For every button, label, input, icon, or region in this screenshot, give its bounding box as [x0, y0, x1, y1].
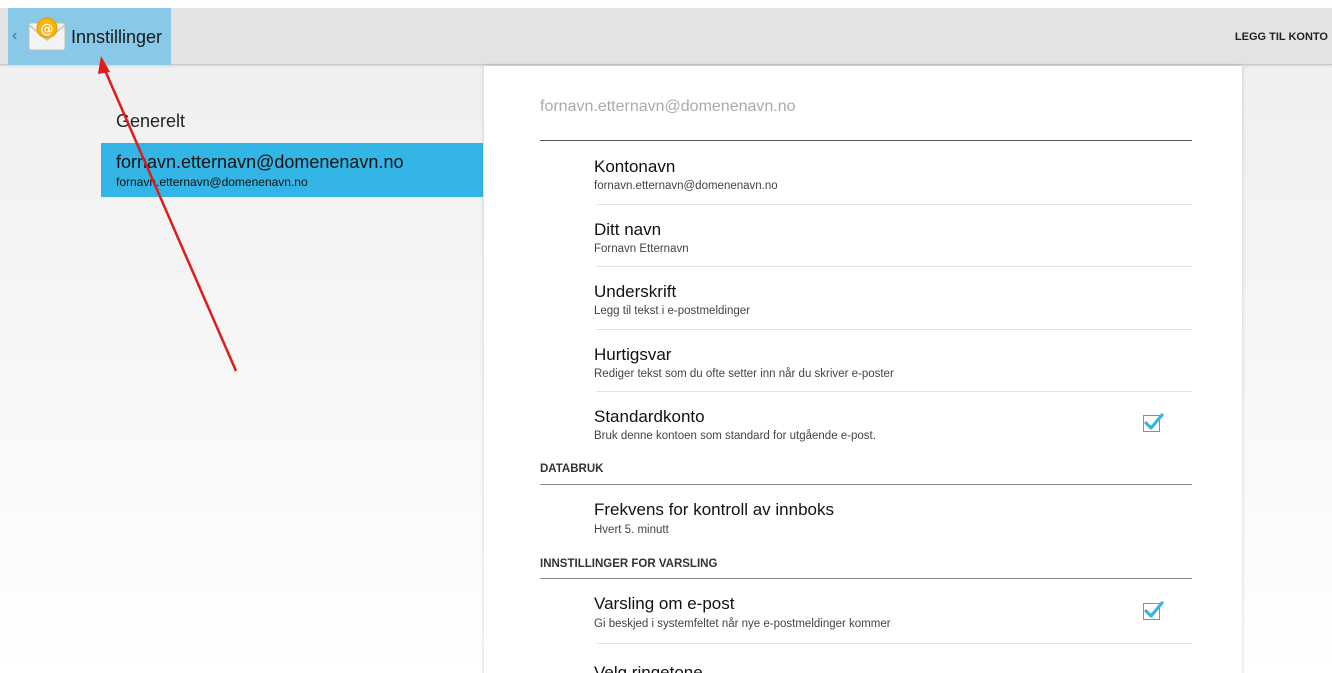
pref-summary: Fornavn Etternavn — [594, 243, 689, 255]
pref-title: Standardkonto — [594, 407, 705, 426]
pref-summary: Bruk denne kontoen som standard for utgå… — [594, 430, 876, 442]
account-settings-panel: fornavn.etternavn@domenenavn.no Kontonav… — [484, 66, 1242, 673]
pref-title: Ditt navn — [594, 220, 662, 239]
pref-quick-responses[interactable]: Hurtigsvar Rediger tekst som du ofte set… — [540, 329, 1192, 391]
pref-signature[interactable]: Underskrift Legg til tekst i e-postmeldi… — [540, 266, 1192, 329]
up-navigation-button[interactable]: ‹ @ Innstillinger — [8, 8, 171, 65]
pref-choose-ringtone[interactable]: Velg ringetone — [540, 643, 1192, 673]
add-account-button[interactable]: LEGG TIL KONTO — [1235, 31, 1328, 43]
checkmark-icon — [1144, 601, 1164, 618]
category-data-usage: DATABRUK — [540, 463, 604, 475]
account-subtitle: fornavn.etternavn@domenenavn.no — [116, 175, 308, 189]
pref-title: Underskrift — [594, 282, 677, 301]
pref-account-name[interactable]: Kontonavn fornavn.etternavn@domenenavn.n… — [540, 141, 1192, 204]
pref-summary: Gi beskjed i systemfeltet når nye e-post… — [594, 618, 891, 630]
checkmark-icon — [1144, 413, 1164, 430]
default-account-checkbox[interactable] — [1143, 413, 1164, 432]
nav-item-general[interactable]: Generelt — [116, 111, 185, 132]
pref-title: Frekvens for kontroll av innboks — [594, 500, 834, 519]
pref-summary: Hvert 5. minutt — [594, 524, 669, 536]
nav-item-account[interactable]: fornavn.etternavn@domenenavn.no fornavn.… — [101, 143, 483, 197]
pref-default-account[interactable]: Standardkonto Bruk denne kontoen som sta… — [540, 391, 1192, 456]
account-title: fornavn.etternavn@domenenavn.no — [116, 152, 404, 172]
panel-header: fornavn.etternavn@domenenavn.no — [540, 98, 796, 115]
email-app-icon: @ — [28, 17, 66, 51]
pref-title: Kontonavn — [594, 157, 676, 176]
pref-your-name[interactable]: Ditt navn Fornavn Etternavn — [540, 204, 1192, 266]
status-strip — [0, 0, 1332, 8]
pref-inbox-check-frequency[interactable]: Frekvens for kontroll av innboks Hvert 5… — [540, 485, 1192, 549]
svg-text:@: @ — [41, 22, 54, 37]
pref-title: Velg ringetone — [594, 663, 703, 673]
screen-title: Innstillinger — [71, 27, 163, 47]
pref-summary: fornavn.etternavn@domenenavn.no — [594, 180, 778, 192]
email-notifications-checkbox[interactable] — [1143, 601, 1164, 620]
pref-email-notifications[interactable]: Varsling om e-post Gi beskjed i systemfe… — [540, 579, 1192, 643]
back-caret-icon: ‹ — [12, 27, 18, 44]
pref-title: Hurtigsvar — [594, 345, 672, 364]
pref-summary: Legg til tekst i e-postmeldinger — [594, 305, 750, 317]
category-notification-settings: INNSTILLINGER FOR VARSLING — [540, 558, 718, 570]
pref-summary: Rediger tekst som du ofte setter inn når… — [594, 368, 894, 380]
pref-title: Varsling om e-post — [594, 594, 735, 613]
action-bar: ‹ @ Innstillinger LEGG TIL KONTO — [0, 8, 1332, 65]
